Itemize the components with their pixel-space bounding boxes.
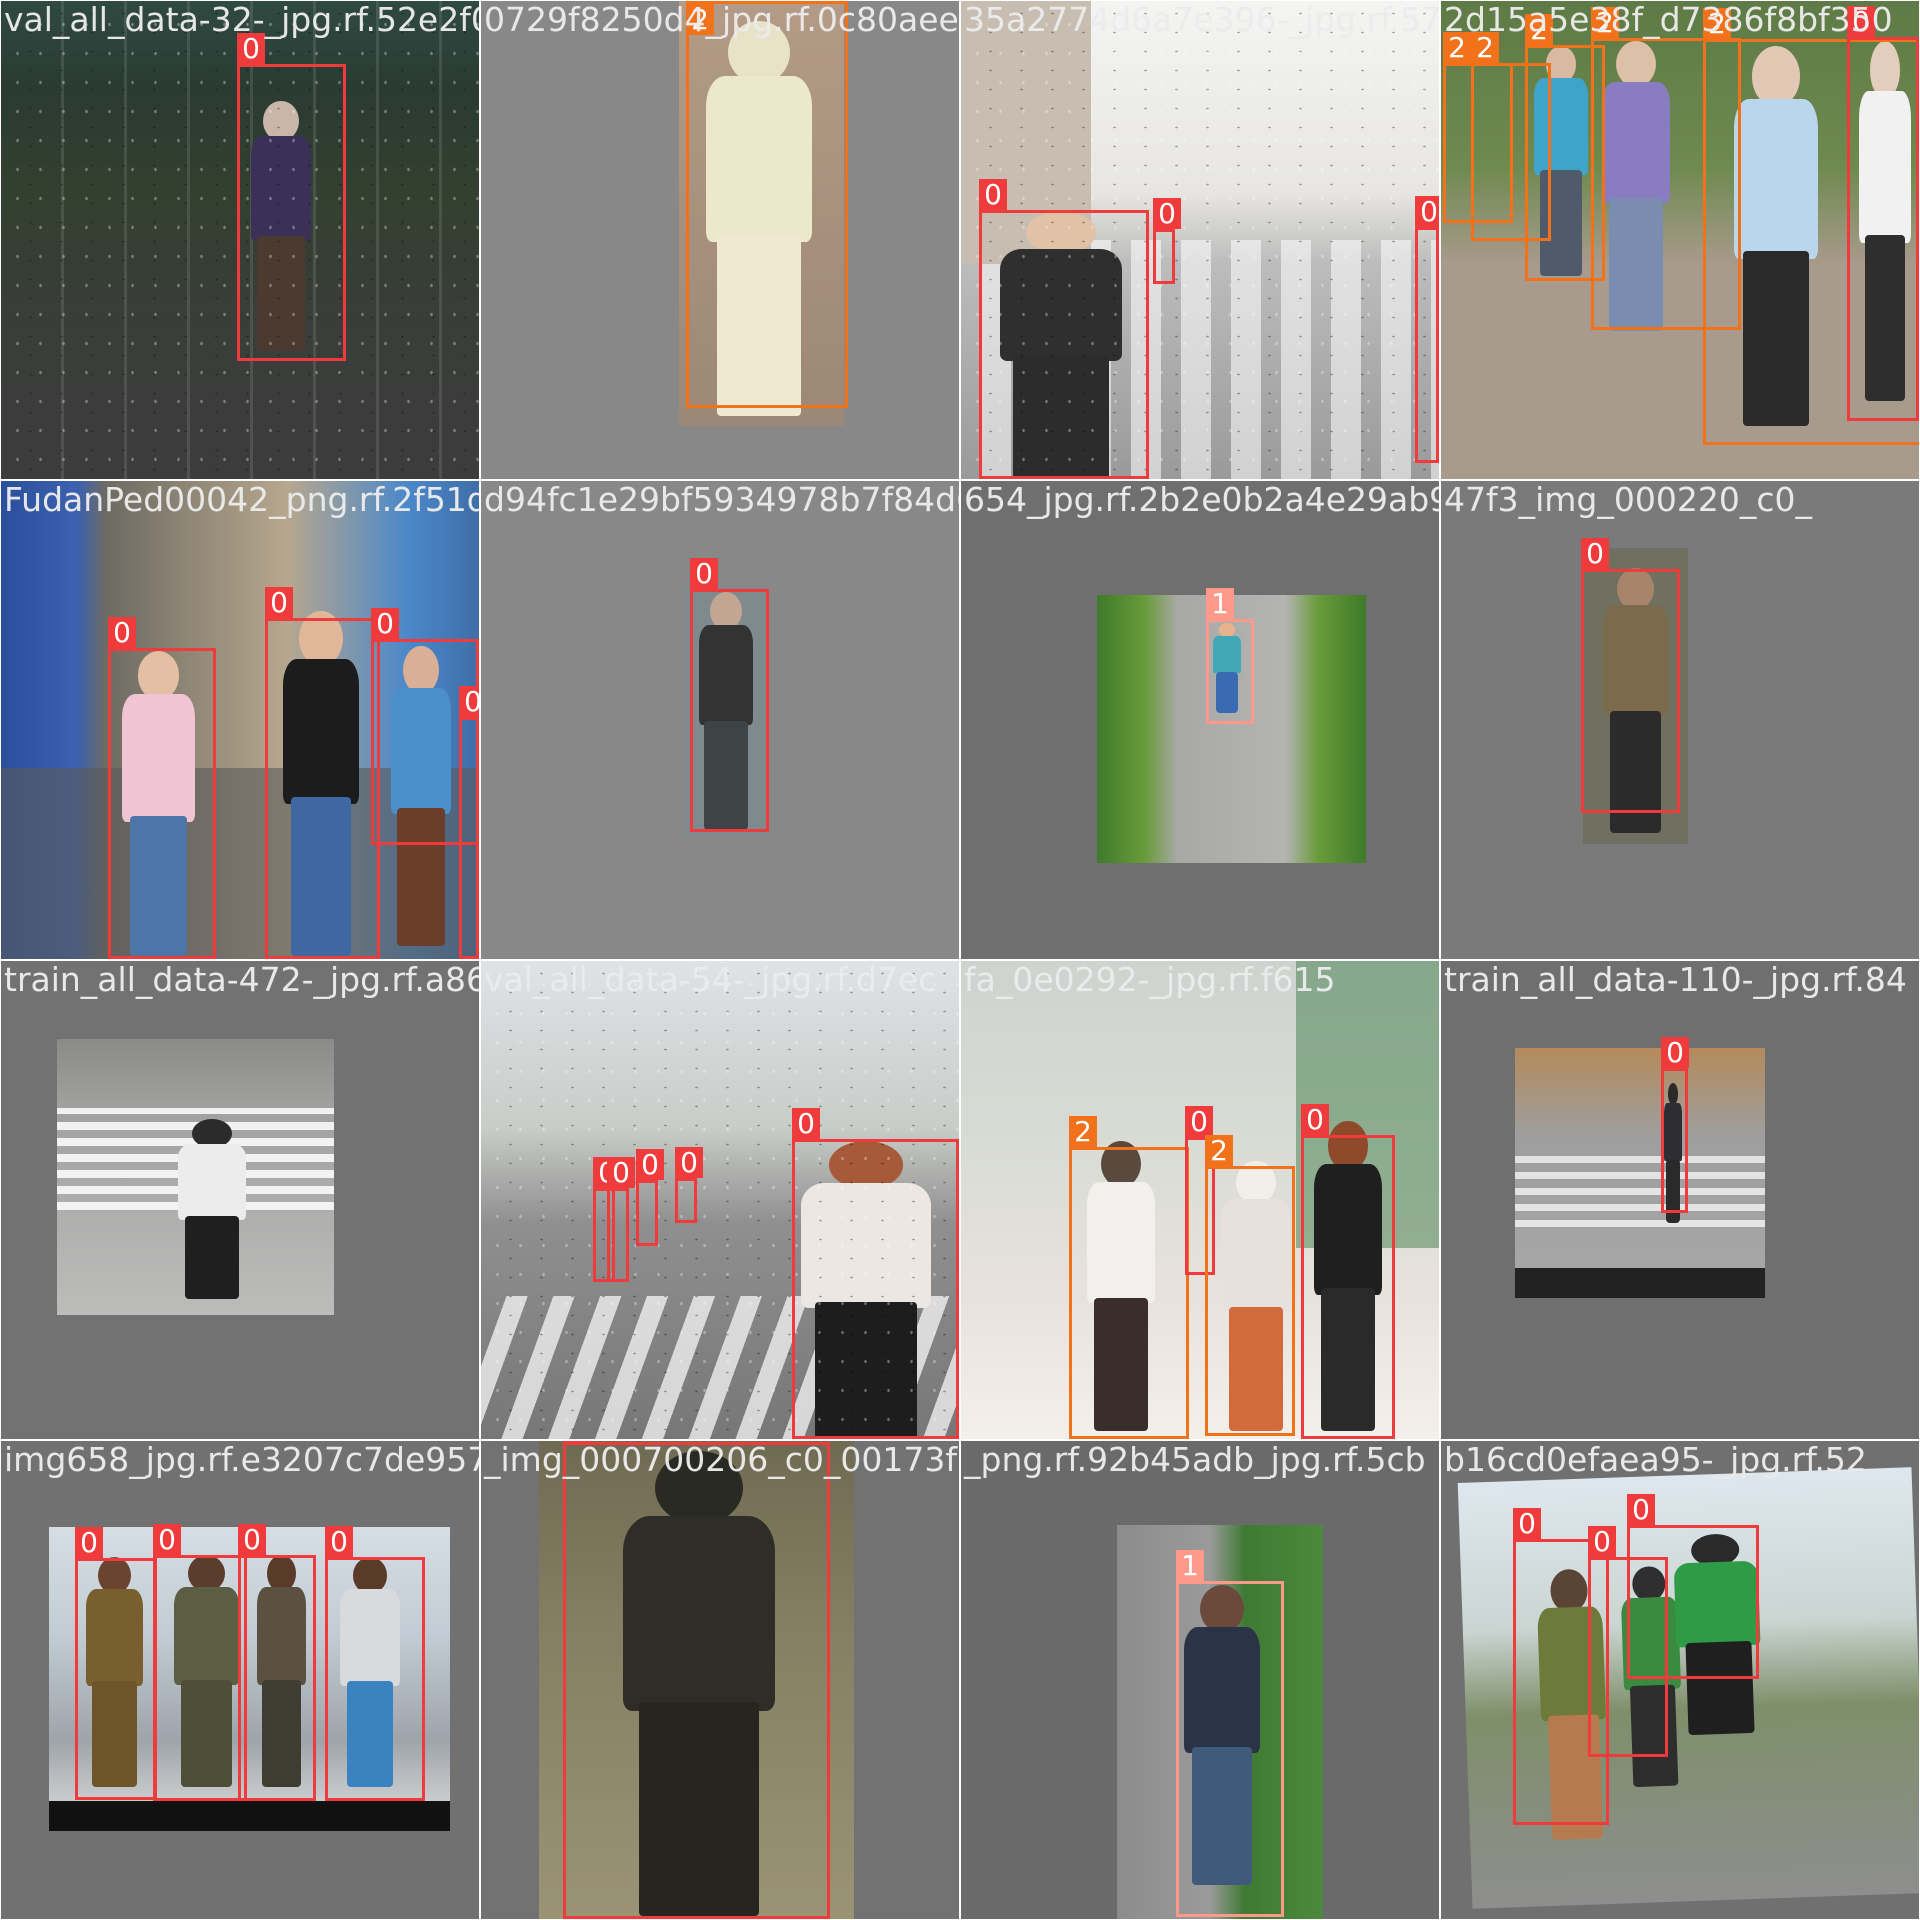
class-tag: 0	[1415, 196, 1439, 227]
class-tag: 0	[792, 1108, 820, 1139]
tile-11-box-4: 0	[1301, 1104, 1395, 1439]
class-tag: 0	[675, 1147, 703, 1178]
class-tag: 0	[607, 1157, 635, 1188]
tile-13-label: img658_jpg.rf.e3207c7de95736749b	[4, 1441, 479, 1479]
tile-6-label: d94fc1e29bf5934978b7f84d6	[484, 481, 959, 519]
tile-11-box-1: 2	[1069, 1116, 1189, 1439]
class-tag: 2	[1069, 1116, 1097, 1147]
tile-1-label: val_all_data-32-_jpg.rf.52e2f0729f8250d4	[4, 1, 479, 39]
tile-4: 2 2 2 2 2 0 2d15a5e38f_d7386f8bf350	[1441, 1, 1919, 479]
class-tag: 0	[636, 1149, 664, 1180]
class-tag: 0	[1513, 1508, 1541, 1539]
class-tag: 2	[1205, 1135, 1233, 1166]
class-tag: 0	[1153, 198, 1181, 229]
tile-2-label: 0729f8250d4_jpg.rf.0c80aee34b35	[484, 1, 959, 39]
tile-9: train_all_data-472-_jpg.rf.a8654bfb93	[1, 961, 479, 1439]
tile-2: 2 0729f8250d4_jpg.rf.0c80aee34b35	[481, 1, 959, 479]
class-tag: 0	[459, 686, 479, 717]
tile-11-label: fa_0e0292-_jpg.rf.f615	[964, 961, 1336, 999]
tile-8-box-1: 0	[1581, 538, 1680, 813]
class-tag: 0	[153, 1524, 181, 1555]
tile-10-label: val_all_data-54-_jpg.rf.d7ec	[484, 961, 937, 999]
tile-3-label: 35a2774d6a7e396-_jpg.rf.57	[964, 1, 1439, 39]
tile-13-box-1: 0	[75, 1527, 157, 1800]
tile-16: 0 0 0 b16cd0efaea95-_jpg.rf.52	[1441, 1441, 1919, 1919]
tile-5: 0 0 0 0 FudanPed00042_png.rf.2f51d	[1, 481, 479, 959]
tile-3-box-3: 0	[1415, 196, 1439, 463]
tile-12-box-1: 0	[1661, 1037, 1689, 1213]
tile-9-label: train_all_data-472-_jpg.rf.a8654bfb93	[4, 961, 479, 999]
tile-10-box-4: 0	[675, 1147, 703, 1223]
tile-11: 2 0 2 0 fa_0e0292-_jpg.rf.f615	[961, 961, 1439, 1439]
tile-5-label: FudanPed00042_png.rf.2f51d	[4, 481, 479, 519]
class-tag: 0	[1627, 1494, 1655, 1525]
tile-9-person	[167, 1119, 257, 1299]
tile-10-box-5: 0	[792, 1108, 959, 1439]
class-tag: 0	[1581, 538, 1609, 569]
tile-7: 1 654_jpg.rf.2b2e0b2a4e29ab9	[961, 481, 1439, 959]
tile-10-box-2: 0	[607, 1157, 635, 1282]
training-batch-mosaic: 0 val_all_data-32-_jpg.rf.52e2f0729f8250…	[0, 0, 1920, 1920]
tile-14-box-1: 0	[563, 1441, 830, 1919]
class-tag: 0	[108, 617, 136, 648]
tile-12-photo	[1515, 1048, 1765, 1298]
tile-13-box-4: 0	[325, 1526, 425, 1801]
tile-13-box-2: 0	[153, 1524, 247, 1801]
tile-16-box-3: 0	[1627, 1494, 1759, 1679]
tile-5-box-4: 0	[459, 686, 479, 959]
tile-12: 0 train_all_data-110-_jpg.rf.84	[1441, 961, 1919, 1439]
class-tag: 0	[1301, 1104, 1329, 1135]
class-tag: 1	[1206, 588, 1234, 619]
class-tag: 0	[979, 179, 1007, 210]
class-tag: 0	[1185, 1106, 1213, 1137]
class-tag: 0	[75, 1527, 103, 1558]
tile-15-label: _png.rf.92b45adb_jpg.rf.5cb	[964, 1441, 1426, 1479]
class-tag: 0	[690, 558, 718, 589]
class-tag: 0	[1661, 1037, 1689, 1068]
tile-10: 0 0 0 0 0 val_all_data-54-_jpg.rf.d7ec	[481, 961, 959, 1439]
tile-5-box-2: 0	[265, 587, 380, 959]
tile-7-label: 654_jpg.rf.2b2e0b2a4e29ab9	[964, 481, 1439, 519]
class-tag: 0	[1588, 1526, 1616, 1557]
tile-6: 0 d94fc1e29bf5934978b7f84d6	[481, 481, 959, 959]
tile-5-box-1: 0	[108, 617, 216, 959]
tile-4-box-6: 0	[1847, 6, 1919, 421]
tile-7-box-1: 1	[1206, 588, 1254, 724]
tile-8: 0 47f3_img_000220_c0_	[1441, 481, 1919, 959]
tile-15-box-1: 1	[1176, 1550, 1284, 1917]
class-tag: 1	[1176, 1550, 1204, 1581]
tile-8-label: 47f3_img_000220_c0_	[1444, 481, 1812, 519]
tile-10-box-3: 0	[636, 1149, 664, 1246]
class-tag: 0	[238, 1524, 266, 1555]
tile-3: 0 0 0 35a2774d6a7e396-_jpg.rf.57	[961, 1, 1439, 479]
class-tag: 0	[371, 608, 399, 639]
tile-12-label: train_all_data-110-_jpg.rf.84	[1444, 961, 1907, 999]
tile-2-box-1: 2	[686, 1, 848, 408]
tile-1-box-1: 0	[237, 33, 346, 361]
class-tag: 0	[325, 1526, 353, 1557]
tile-13: 0 0 0 0 img658_jpg.rf.e3207c7de95736749b	[1, 1441, 479, 1919]
tile-4-label: 2d15a5e38f_d7386f8bf350	[1444, 1, 1893, 39]
class-tag: 0	[265, 587, 293, 618]
tile-16-label: b16cd0efaea95-_jpg.rf.52	[1444, 1441, 1867, 1479]
tile-15: 1 _png.rf.92b45adb_jpg.rf.5cb	[961, 1441, 1439, 1919]
tile-13-box-3: 0	[238, 1524, 316, 1801]
tile-3-box-1: 0	[979, 179, 1149, 479]
tile-11-box-3: 2	[1205, 1135, 1295, 1436]
tile-3-box-2: 0	[1153, 198, 1181, 284]
tile-6-box-1: 0	[690, 558, 769, 832]
tile-14-label: _img_000700206_c0_00173f	[484, 1441, 957, 1479]
tile-9-photo	[57, 1039, 334, 1315]
tile-14: 0 _img_000700206_c0_00173f	[481, 1441, 959, 1919]
tile-1: 0 val_all_data-32-_jpg.rf.52e2f0729f8250…	[1, 1, 479, 479]
